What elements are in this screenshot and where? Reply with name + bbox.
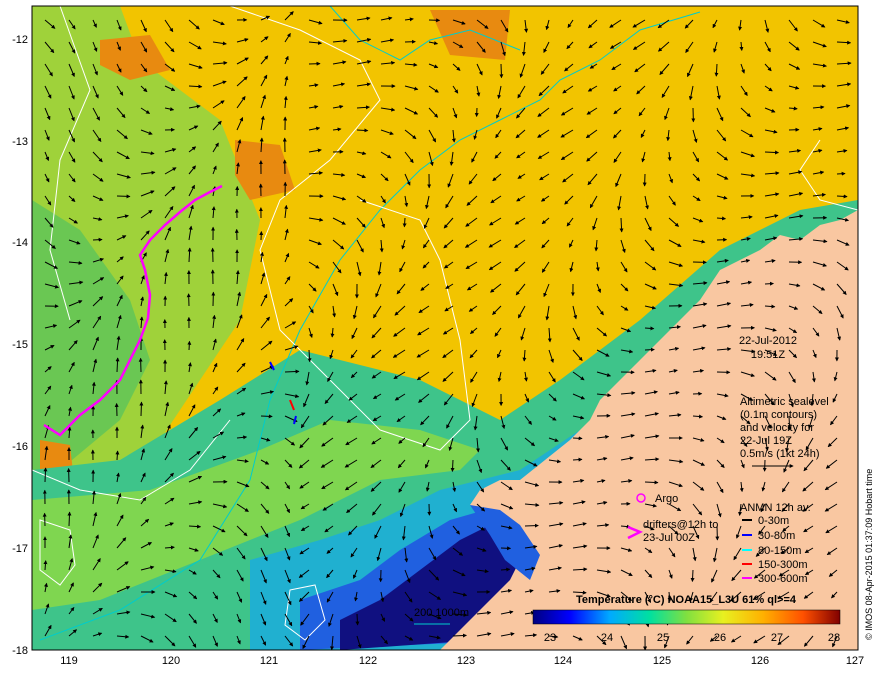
velocity-vector <box>355 613 360 626</box>
velocity-vector <box>116 194 131 199</box>
altimetry-line: 0.5m/s (1kt 24h) <box>740 448 819 460</box>
ocean-temperature-map: 119 120 121 122 123 124 125 126 127 -12 … <box>12 5 874 667</box>
velocity-vector <box>572 436 583 441</box>
latitude-axis: -12 -13 -14 -15 -16 -17 -18 <box>12 34 28 657</box>
velocity-vector <box>43 560 48 571</box>
altimetry-line: (0.1m contours) <box>740 409 817 421</box>
velocity-vector <box>716 216 727 221</box>
anmn-title: ANMN 12h av. <box>740 502 811 514</box>
velocity-vector <box>450 459 455 472</box>
lat-tick: -17 <box>12 543 28 555</box>
anmn-item-label: 80-150m <box>758 545 801 557</box>
drifters-label-line: drifters@12h to <box>643 519 718 531</box>
colorbar-tick: 25 <box>657 632 669 644</box>
velocity-vector <box>43 467 48 483</box>
anmn-item-label: 150-300m <box>758 559 808 571</box>
velocity-vector <box>619 217 624 233</box>
velocity-vector <box>284 369 300 374</box>
colorbar-tick: 23 <box>544 632 556 644</box>
velocity-vector <box>402 217 407 228</box>
velocity-vector <box>115 357 120 373</box>
altimetry-line: 22-Jul 19Z <box>740 435 792 447</box>
velocity-vector <box>452 633 467 638</box>
lon-tick: 125 <box>653 655 671 667</box>
colorbar-gradient <box>532 609 841 625</box>
velocity-vector <box>187 340 192 351</box>
velocity-vector <box>764 304 776 309</box>
isobath-label: 200 1000m <box>414 607 469 619</box>
altimetry-line: Altimetric sealevel <box>740 396 829 408</box>
velocity-vector <box>644 480 659 485</box>
map-field <box>32 6 858 650</box>
lon-tick: 121 <box>260 655 278 667</box>
credit-text: © IMOS 08-Apr-2015 01:37:09 Hobart time <box>864 469 874 640</box>
lon-tick: 122 <box>359 655 377 667</box>
lat-tick: -12 <box>12 34 28 46</box>
longitude-axis: 119 120 121 122 123 124 125 126 127 <box>60 655 864 667</box>
drifters-label-line: 23-Jul 00Z <box>643 532 695 544</box>
lon-tick: 120 <box>162 655 180 667</box>
lon-tick: 119 <box>60 655 78 667</box>
lat-tick: -16 <box>12 441 28 453</box>
anmn-item-label: 30-80m <box>758 530 795 542</box>
velocity-vector <box>764 281 774 286</box>
velocity-vector <box>115 450 120 461</box>
velocity-vector <box>690 569 695 583</box>
colorbar-tick: 28 <box>828 632 840 644</box>
lat-tick: -14 <box>12 237 28 249</box>
velocity-vector <box>356 128 369 133</box>
velocity-vector <box>139 401 144 417</box>
velocity-vector <box>307 349 312 363</box>
velocity-vector <box>764 150 780 155</box>
velocity-vector <box>644 347 655 352</box>
velocity-vector <box>836 194 848 199</box>
velocity-vector <box>500 567 511 572</box>
velocity-vector <box>644 326 655 331</box>
map-date: 22-Jul-2012 <box>739 335 797 347</box>
colorbar-tick: 24 <box>601 632 613 644</box>
colorbar-title: Temperature (°C) NOAA15_L3U 61% ql>=4 <box>576 594 797 606</box>
colorbar-tick: 27 <box>771 632 783 644</box>
velocity-vector <box>92 237 103 242</box>
lon-tick: 123 <box>457 655 475 667</box>
argo-label: Argo <box>655 493 678 505</box>
lon-tick: 127 <box>846 655 864 667</box>
velocity-vector <box>260 414 273 419</box>
colorbar-tick: 26 <box>714 632 726 644</box>
velocity-vector <box>836 171 846 176</box>
velocity-vector <box>714 63 719 77</box>
lat-tick: -13 <box>12 136 28 148</box>
velocity-vector <box>67 511 72 527</box>
anmn-item-label: 300-600m <box>758 573 808 585</box>
velocity-vector <box>499 63 504 79</box>
velocity-vector <box>188 84 203 89</box>
lat-tick: -18 <box>12 645 28 657</box>
velocity-vector <box>524 523 539 528</box>
map-time: 19:51Z <box>751 349 786 361</box>
lon-tick: 124 <box>554 655 572 667</box>
lat-tick: -15 <box>12 339 28 351</box>
velocity-vector <box>572 457 583 462</box>
altimetry-line: and velocity for <box>740 422 814 434</box>
anmn-item-label: 0-30m <box>758 515 789 527</box>
lon-tick: 126 <box>751 655 769 667</box>
